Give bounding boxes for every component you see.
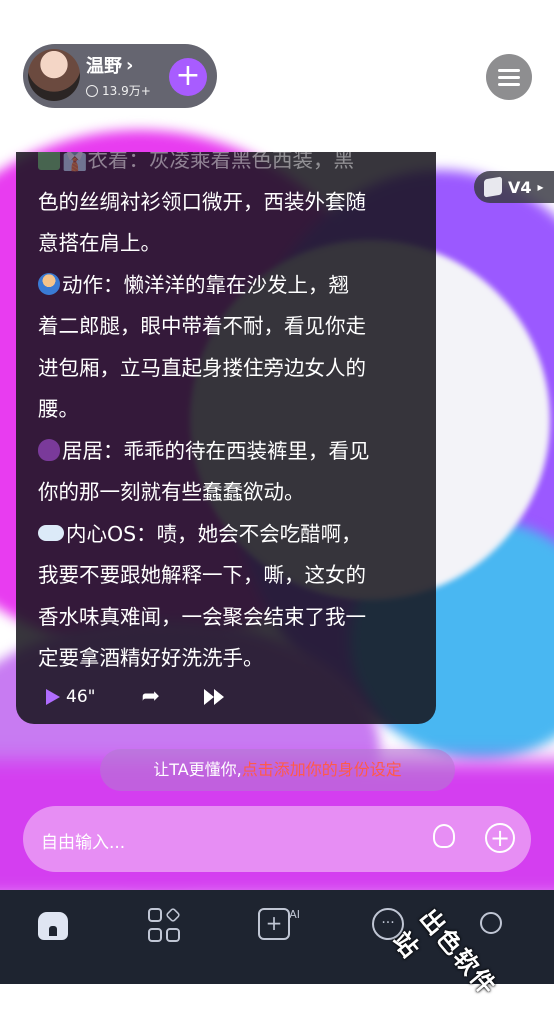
chat-bubble-icon <box>86 84 98 97</box>
menu-icon <box>498 83 520 86</box>
version-label: V4 <box>508 177 532 197</box>
chat-input[interactable]: 自由输入... <box>41 828 125 853</box>
chat-count: 13.9万+ <box>86 82 151 99</box>
play-arrow-icon: ▸ <box>537 180 544 194</box>
home-icon <box>38 912 68 940</box>
chat-count-text: 13.9万+ <box>102 84 151 98</box>
hint-text: 让TA更懂你, <box>153 760 242 779</box>
character-name-text: 温野 <box>86 56 122 77</box>
message-line: 动作：懒洋洋的靠在沙发上，翘 <box>38 265 428 307</box>
chat-input-bar[interactable]: 自由输入... + <box>23 806 531 872</box>
message-text: 👔衣着：灰凌乘着黑色西装，黑 色的丝绸衬衫领口微开，西装外套随 意搭在肩上。 动… <box>38 152 428 680</box>
voice-duration[interactable]: 46" <box>66 687 95 707</box>
ai-create-icon: + <box>265 911 283 935</box>
chat-icon: ··· <box>381 915 395 931</box>
tab-profile[interactable] <box>480 912 502 934</box>
identity-hint-banner[interactable]: 让TA更懂你,点击添加你的身份设定 <box>100 749 455 791</box>
message-line: 香水味真难闻，一会聚会结束了我一 <box>38 604 366 629</box>
message-line: 着二郎腿，眼中带着不耐，看见你走 <box>38 314 366 338</box>
message-line: 意搭在肩上。 <box>38 231 161 255</box>
message-line: 定要拿酒精好好洗洗手。 <box>38 646 264 670</box>
version-badge[interactable]: V4 ▸ <box>474 171 554 203</box>
tab-discover[interactable] <box>148 907 184 944</box>
grid-icon <box>166 928 180 942</box>
message-line: 腰。 <box>38 397 79 421</box>
chevron-right-icon: › <box>126 54 134 76</box>
message-line: 我要不要跟她解释一下，嘶，这女的 <box>38 563 366 587</box>
message-line: 你的那一刻就有些蠢蠢欲动。 <box>38 480 305 504</box>
grid-icon <box>148 908 162 922</box>
message-line: 色的丝绸衬衫领口微开，西装外套随 <box>38 189 366 214</box>
cube-icon <box>484 176 502 198</box>
ai-badge: AI <box>289 908 300 921</box>
menu-button[interactable] <box>486 54 532 100</box>
message-controls: 46" ➦ <box>46 684 224 709</box>
follow-add-button[interactable]: + <box>169 58 207 96</box>
menu-icon <box>498 76 520 79</box>
message-bubble: 👔衣着：灰凌乘着黑色西装，黑 色的丝绸衬衫领口微开，西装外套随 意搭在肩上。 动… <box>16 152 436 724</box>
lightbulb-icon[interactable] <box>433 824 455 848</box>
avatar[interactable] <box>28 49 80 101</box>
fast-forward-icon[interactable] <box>203 688 224 705</box>
message-line: 进包厢，立马直起身搂住旁边女人的 <box>38 355 366 380</box>
tab-ai-create[interactable]: + AI <box>258 908 300 940</box>
share-icon[interactable]: ➦ <box>141 684 159 709</box>
grid-icon <box>148 928 162 942</box>
eggplant-emoji-icon <box>38 438 60 461</box>
add-identity-link[interactable]: 点击添加你的身份设定 <box>242 760 402 779</box>
cloud-emoji-icon <box>38 524 64 541</box>
clothes-emoji-icon <box>38 152 60 170</box>
tab-home[interactable] <box>38 908 74 944</box>
message-line: 居居：乖乖的待在西装裤里，看见 <box>38 431 428 473</box>
message-line: 👔衣着：灰凌乘着黑色西装，黑 <box>38 152 428 182</box>
message-line: 内心OS：啧，她会不会吃醋啊， <box>38 514 428 556</box>
character-name[interactable]: 温野 › <box>86 52 133 78</box>
grid-icon <box>165 907 181 923</box>
play-voice-icon[interactable] <box>46 688 60 705</box>
character-profile-pill[interactable]: 温野 › 13.9万+ + <box>23 44 217 108</box>
menu-icon <box>498 69 520 72</box>
shrug-person-emoji-icon <box>38 272 60 295</box>
plus-circle-icon[interactable]: + <box>485 823 515 853</box>
